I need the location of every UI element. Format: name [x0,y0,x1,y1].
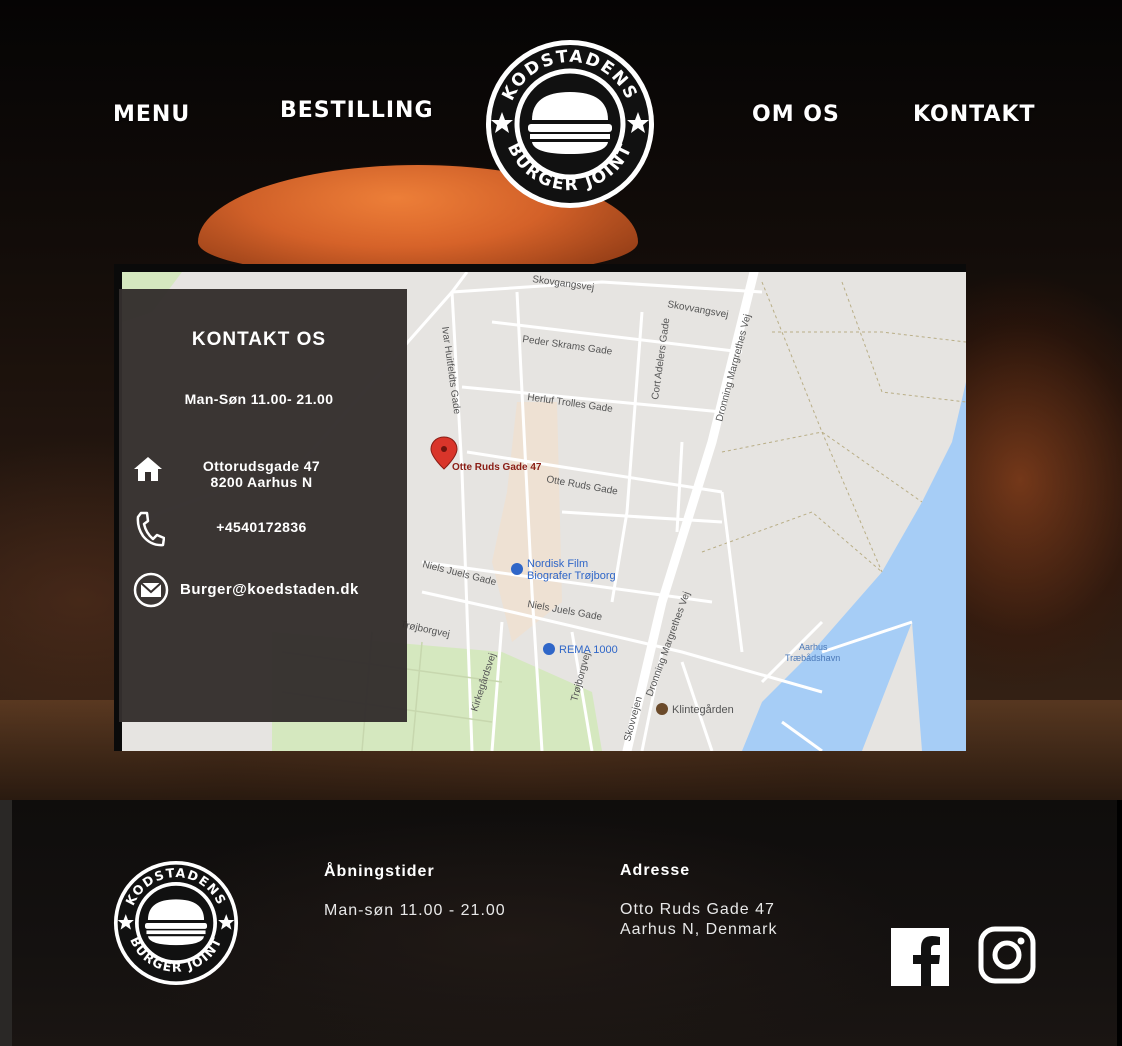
contact-email-link[interactable]: Burger@koedstaden.dk [180,581,359,598]
nav-menu[interactable]: MENU [113,102,190,127]
logo[interactable]: KODSTADENS BURGER JOINT [482,36,658,212]
mail-icon [133,572,169,608]
page: MENU BESTILLING OM OS KONTAKT KODSTADENS… [0,0,1122,1046]
facebook-icon[interactable] [891,928,949,986]
svg-text:Aarhus: Aarhus [799,642,828,652]
contact-phone[interactable]: +4540172836 [179,519,344,535]
footer-address-line1: Otto Ruds Gade 47 [620,901,775,918]
contact-address-line2: 8200 Aarhus N [210,474,313,490]
svg-text:Biografer Trøjborg: Biografer Trøjborg [527,570,616,582]
nav-kontakt[interactable]: KONTAKT [913,102,1036,127]
phone-icon [136,511,165,547]
footer-address: Otto Ruds Gade 47 Aarhus N, Denmark [620,900,778,940]
footer-address-title: Adresse [620,862,691,879]
svg-text:Nordisk Film: Nordisk Film [527,558,588,570]
footer-hours-text: Man-søn 11.00 - 21.00 [324,902,506,919]
map-marker-label: Otte Ruds Gade 47 [452,462,542,473]
svg-text:Træbådshavn: Træbådshavn [785,653,840,663]
nav-bestilling[interactable]: BESTILLING [280,98,434,123]
footer-left-edge [0,800,12,1046]
contact-title: KONTAKT OS [191,329,327,350]
contact-address: Ottorudsgade 47 8200 Aarhus N [179,458,344,490]
svg-text:REMA 1000: REMA 1000 [559,644,618,656]
contact-panel: KONTAKT OS Man-Søn 11.00- 21.00 Ottoruds… [119,289,407,722]
footer-right-edge [1117,800,1122,1046]
instagram-icon[interactable] [978,926,1036,984]
footer-logo[interactable]: KODSTADENS BURGER JOINT [111,858,241,988]
footer-address-line2: Aarhus N, Denmark [620,921,778,938]
contact-address-line1: Ottorudsgade 47 [202,458,321,474]
contact-hours: Man-Søn 11.00- 21.00 [184,391,334,407]
footer-hours-title: Åbningstider [324,863,435,880]
svg-text:Klintegården: Klintegården [672,704,734,716]
nav-om-os[interactable]: OM OS [752,102,840,127]
home-icon [134,457,162,481]
